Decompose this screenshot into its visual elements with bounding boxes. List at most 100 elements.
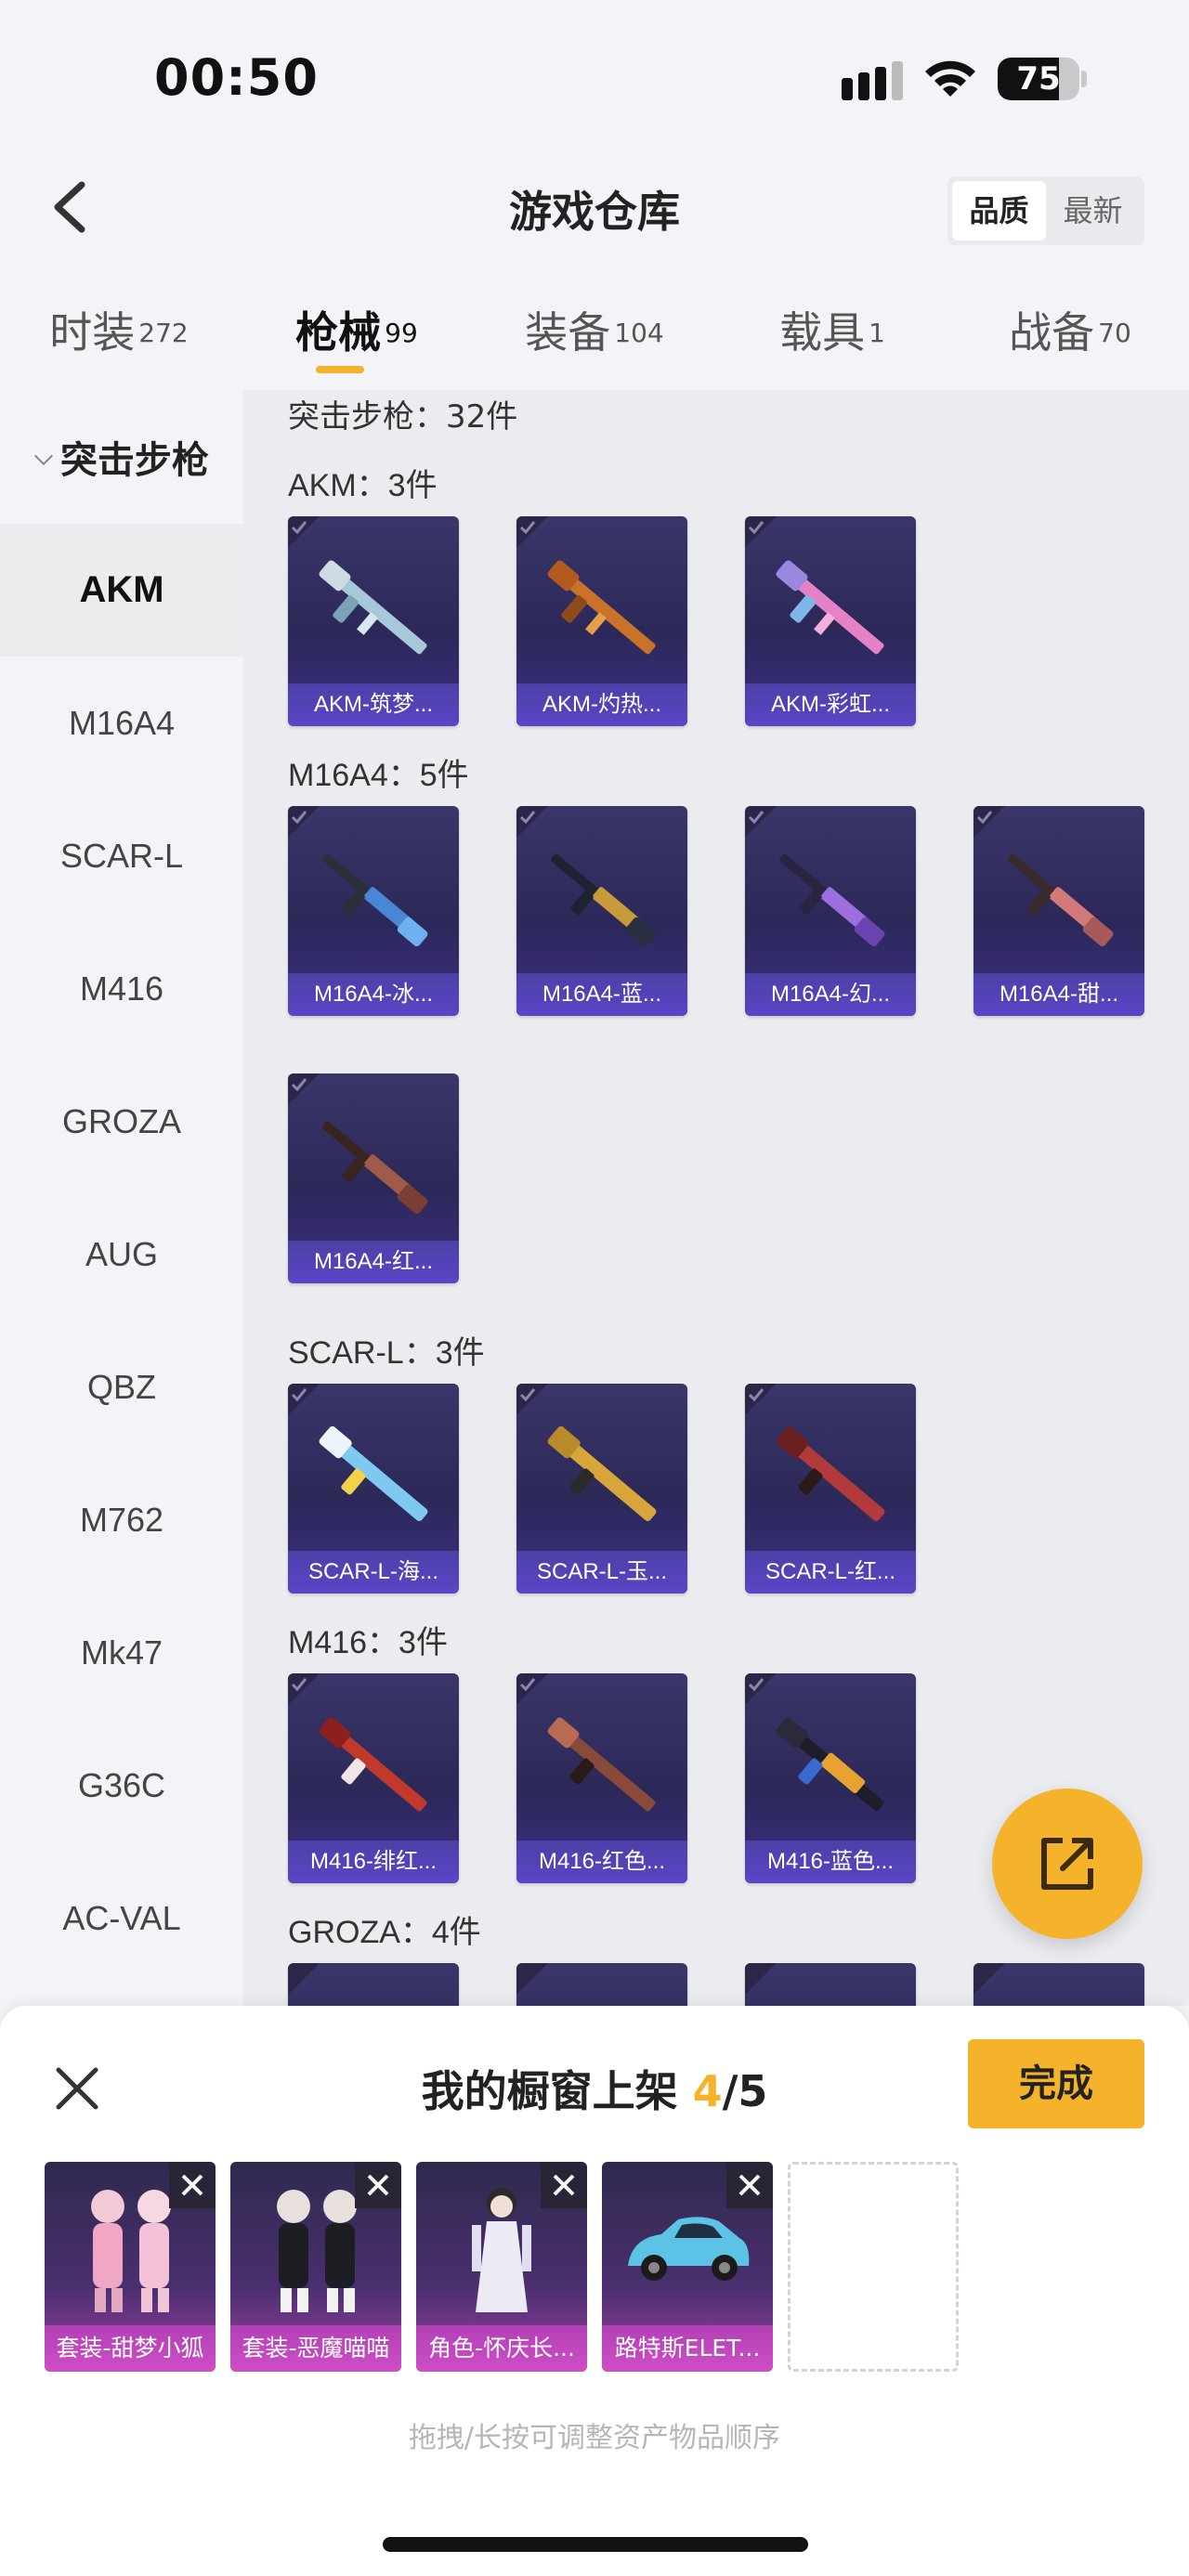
sidebar-item-g36c[interactable]: G36C — [0, 1719, 243, 1852]
weapon-card[interactable]: SCAR-L-海... — [288, 1384, 459, 1594]
sidebar-item-m16a4[interactable]: M16A4 — [0, 657, 243, 789]
tab-equipment[interactable]: 装备 104 — [476, 288, 713, 390]
status-time: 00:50 — [154, 48, 319, 107]
weapon-card[interactable] — [745, 1963, 916, 2006]
showcase-item-name: 角色-怀庆长... — [416, 2325, 587, 2372]
showcase-sheet: 我的橱窗上架 4/5 完成 套装-甜梦小狐 套装-恶魔喵喵 角色-怀庆长... … — [0, 2006, 1189, 2576]
tab-label: 载具 — [779, 307, 866, 358]
sidebar-item-mk47[interactable]: Mk47 — [0, 1586, 243, 1719]
close-icon — [181, 2174, 203, 2196]
weapon-card[interactable]: M16A4-幻... — [745, 806, 916, 1016]
remove-item-button[interactable] — [726, 2162, 773, 2208]
showcase-item[interactable]: 套装-恶魔喵喵 — [230, 2162, 401, 2372]
weapon-card[interactable]: M16A4-冰... — [288, 806, 459, 1016]
sidebar-item-groza[interactable]: GROZA — [0, 1055, 243, 1188]
weapon-name: M16A4-幻... — [745, 973, 916, 1016]
active-tab-indicator — [316, 366, 364, 373]
app-screen: 00:50 75 游戏仓库 品质 最新 时装 272 枪械 99 装备 104 … — [0, 0, 1189, 2576]
tab-label: 枪械 — [295, 307, 382, 358]
weapon-name: M416-绯红... — [288, 1841, 459, 1883]
tab-firearms[interactable]: 枪械 99 — [238, 288, 476, 390]
weapon-name: SCAR-L-玉... — [516, 1551, 687, 1594]
check-icon — [745, 806, 777, 838]
weapon-card[interactable] — [973, 1963, 1144, 2006]
weapon-card[interactable]: M416-蓝色... — [745, 1673, 916, 1883]
check-icon — [745, 1673, 777, 1705]
home-indicator[interactable] — [383, 2537, 808, 2552]
remove-item-button[interactable] — [541, 2162, 587, 2208]
remove-item-button[interactable] — [169, 2162, 216, 2208]
share-icon — [1041, 1838, 1093, 1890]
check-icon — [973, 1963, 1005, 1995]
weapon-grid-m16a4: M16A4-冰... M16A4-蓝... M16A4-幻... M16A4-甜… — [288, 806, 1189, 1341]
close-icon — [738, 2174, 761, 2196]
remove-item-button[interactable] — [355, 2162, 401, 2208]
sidebar-item-ac-val[interactable]: AC-VAL — [0, 1852, 243, 1984]
showcase-item-name: 路特斯ELET... — [602, 2325, 773, 2372]
rifle-icon — [322, 1121, 428, 1215]
category-subtitle: 突击步枪：32件 — [288, 398, 518, 436]
weapon-card[interactable]: M416-绯红... — [288, 1673, 459, 1883]
weapon-name: AKM-彩虹... — [745, 683, 916, 726]
check-icon — [288, 1963, 320, 1995]
weapon-card[interactable]: M416-红色... — [516, 1673, 687, 1883]
rifle-icon — [776, 560, 884, 655]
header: 游戏仓库 品质 最新 — [0, 149, 1189, 269]
weapon-card[interactable]: M16A4-红... — [288, 1073, 459, 1283]
check-icon — [973, 806, 1005, 838]
share-button[interactable] — [992, 1789, 1143, 1939]
showcase-item[interactable]: 套装-甜梦小狐 — [45, 2162, 216, 2372]
tab-vehicles[interactable]: 载具 1 — [713, 288, 951, 390]
check-icon — [745, 1963, 777, 1995]
sidebar-item-akm[interactable]: AKM — [0, 524, 243, 657]
close-icon — [553, 2174, 575, 2196]
check-icon — [516, 806, 548, 838]
rifle-icon — [547, 560, 656, 655]
rifle-icon — [319, 560, 427, 655]
weapon-card[interactable]: SCAR-L-玉... — [516, 1384, 687, 1594]
group-title-m16a4: M16A4：5件 — [288, 758, 469, 793]
sidebar-item-m762[interactable]: M762 — [0, 1453, 243, 1586]
sidebar-group-label: 突击步枪 — [59, 439, 209, 482]
showcase-item[interactable]: 角色-怀庆长... — [416, 2162, 587, 2372]
showcase-shelf: 套装-甜梦小狐 套装-恶魔喵喵 角色-怀庆长... 路特斯ELET... — [45, 2162, 959, 2372]
chevron-down-icon: ⌵ — [34, 442, 53, 471]
wifi-icon — [925, 60, 975, 97]
sidebar-group-assault-rifles[interactable]: ⌵ 突击步枪 — [0, 390, 243, 524]
rifle-icon — [776, 1717, 884, 1812]
weapon-card[interactable]: AKM-筑梦... — [288, 516, 459, 726]
rifle-icon — [322, 853, 428, 947]
weapon-card[interactable]: M16A4-甜... — [973, 806, 1144, 1016]
done-button[interactable]: 完成 — [968, 2039, 1144, 2128]
status-bar: 00:50 75 — [0, 0, 1189, 149]
showcase-title-text: 我的橱窗上架 — [421, 2066, 678, 2116]
weapon-card[interactable]: AKM-灼热... — [516, 516, 687, 726]
showcase-item[interactable]: 路特斯ELET... — [602, 2162, 773, 2372]
weapon-name: M16A4-红... — [288, 1241, 459, 1283]
tab-supplies[interactable]: 战备 70 — [951, 288, 1189, 390]
tab-count: 272 — [138, 317, 189, 348]
weapon-card[interactable]: SCAR-L-红... — [745, 1384, 916, 1594]
sort-quality-button[interactable]: 品质 — [952, 181, 1046, 241]
check-icon — [516, 1673, 548, 1705]
sidebar-item-qbz[interactable]: QBZ — [0, 1321, 243, 1453]
weapon-grid-groza — [288, 1963, 1189, 2006]
tab-count: 1 — [869, 317, 885, 348]
sort-toggle: 品质 最新 — [947, 176, 1144, 245]
group-title-akm: AKM：3件 — [288, 468, 438, 503]
sort-newest-button[interactable]: 最新 — [1046, 181, 1140, 241]
showcase-count: 4 — [692, 2066, 723, 2116]
check-icon — [516, 516, 548, 548]
weapon-grid-akm: AKM-筑梦... AKM-灼热... AKM-彩虹... — [288, 516, 1189, 745]
tab-fashion[interactable]: 时装 272 — [0, 288, 238, 390]
weapon-card[interactable]: AKM-彩虹... — [745, 516, 916, 726]
sidebar-item-m416[interactable]: M416 — [0, 922, 243, 1055]
weapon-card[interactable] — [516, 1963, 687, 2006]
check-icon — [288, 1673, 320, 1705]
weapon-card[interactable] — [288, 1963, 459, 2006]
weapon-card[interactable]: M16A4-蓝... — [516, 806, 687, 1016]
rifle-icon — [1008, 853, 1114, 947]
empty-showcase-slot[interactable] — [788, 2162, 959, 2372]
sidebar-item-scar-l[interactable]: SCAR-L — [0, 789, 243, 922]
sidebar-item-aug[interactable]: AUG — [0, 1188, 243, 1321]
